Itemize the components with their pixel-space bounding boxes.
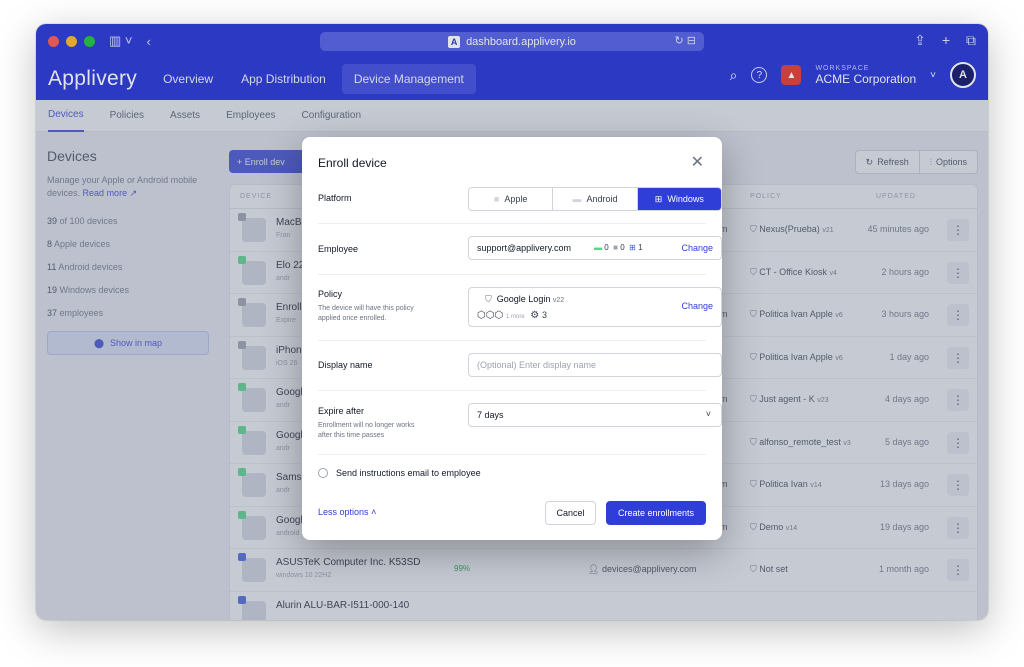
windows-icon: ⊞ xyxy=(654,193,663,204)
chevron-up-icon: ˄ xyxy=(371,507,377,517)
apple-icon: ■ xyxy=(613,243,618,252)
gear-icon: ⚙ xyxy=(530,310,540,321)
enroll-device-modal: Enroll device ✕ Platform ■ Apple ▬ Android… xyxy=(302,137,722,540)
send-email-label[interactable]: Send instructions email to employee xyxy=(336,468,481,478)
change-policy-link[interactable]: Change xyxy=(681,301,713,311)
policy-more: 1 more xyxy=(505,314,525,320)
employee-label: Employee xyxy=(318,244,359,254)
policy-assets: ⬡⬡⬡ 1 more ⚙ 3 xyxy=(477,310,547,321)
display-name-placeholder: (Optional) Enter display name xyxy=(477,360,597,370)
platform-apple[interactable]: ■ Apple xyxy=(469,188,554,210)
policy-count: 3 xyxy=(541,310,547,320)
policy-name: Google Login xyxy=(496,294,551,304)
platform-label: Platform xyxy=(318,193,352,203)
platform-android[interactable]: ▬ Android xyxy=(553,188,638,210)
cancel-button[interactable]: Cancel xyxy=(545,501,596,525)
apple-count: 0 xyxy=(620,243,625,252)
close-icon[interactable]: ✕ xyxy=(691,152,704,172)
windows-count: 1 xyxy=(638,243,643,252)
modal-backdrop-top xyxy=(36,24,988,100)
display-name-row: Display name (Optional) Enter display na… xyxy=(318,341,722,391)
policy-help: The device will have this policy applied… xyxy=(318,305,414,322)
android-count: 0 xyxy=(604,243,609,252)
platform-apple-label: Apple xyxy=(504,194,528,204)
policy-name-line: ⛉ Google Login v22 xyxy=(485,294,564,305)
less-options-link[interactable]: Less options ˄ xyxy=(318,507,376,517)
employee-field[interactable]: support@applivery.com ▬ 0 ■ 0 ⊞ 1 Change xyxy=(468,236,722,260)
policy-label: Policy xyxy=(318,289,343,299)
policy-field[interactable]: ⛉ Google Login v22 ⬡⬡⬡ 1 more ⚙ 3 Change xyxy=(468,287,722,327)
platform-row: Platform ■ Apple ▬ Android ⊞ Windows xyxy=(318,187,722,224)
apple-icon: ■ xyxy=(493,194,500,204)
create-enrollments-button[interactable]: Create enrollments xyxy=(606,501,706,525)
package-icon: ⬡⬡⬡ xyxy=(477,310,504,321)
modal-title: Enroll device xyxy=(318,156,387,170)
chevron-down-icon: ˅ xyxy=(705,409,711,419)
windows-icon: ⊞ xyxy=(629,243,636,252)
platform-windows[interactable]: ⊞ Windows xyxy=(637,188,721,210)
android-icon: ▬ xyxy=(572,194,582,204)
employee-row: Employee support@applivery.com ▬ 0 ■ 0 ⊞… xyxy=(318,224,722,275)
platform-selector: ■ Apple ▬ Android ⊞ Windows xyxy=(468,187,722,211)
policy-row: Policy The device will have this policy … xyxy=(318,275,722,341)
change-employee-link[interactable]: Change xyxy=(681,243,713,253)
less-options-label: Less options xyxy=(318,507,369,517)
android-icon: ▬ xyxy=(594,243,602,252)
expire-value: 7 days xyxy=(477,410,504,420)
platform-windows-label: Windows xyxy=(667,194,704,204)
display-name-label: Display name xyxy=(318,360,373,370)
platform-android-label: Android xyxy=(586,194,618,204)
employee-value: support@applivery.com xyxy=(477,243,572,253)
policy-version: v22 xyxy=(552,297,565,304)
display-name-input[interactable]: (Optional) Enter display name xyxy=(468,353,722,377)
expire-label: Expire after xyxy=(318,406,365,416)
send-email-checkbox[interactable] xyxy=(318,468,328,478)
expire-help: Enrollment will no longer works after th… xyxy=(318,422,415,439)
employee-device-counts: ▬ 0 ■ 0 ⊞ 1 xyxy=(594,243,643,252)
shield-icon: ⛉ xyxy=(485,294,492,304)
expire-select[interactable]: 7 days ˅ xyxy=(468,403,722,427)
expire-row: Expire after Enrollment will no longer w… xyxy=(318,391,722,455)
